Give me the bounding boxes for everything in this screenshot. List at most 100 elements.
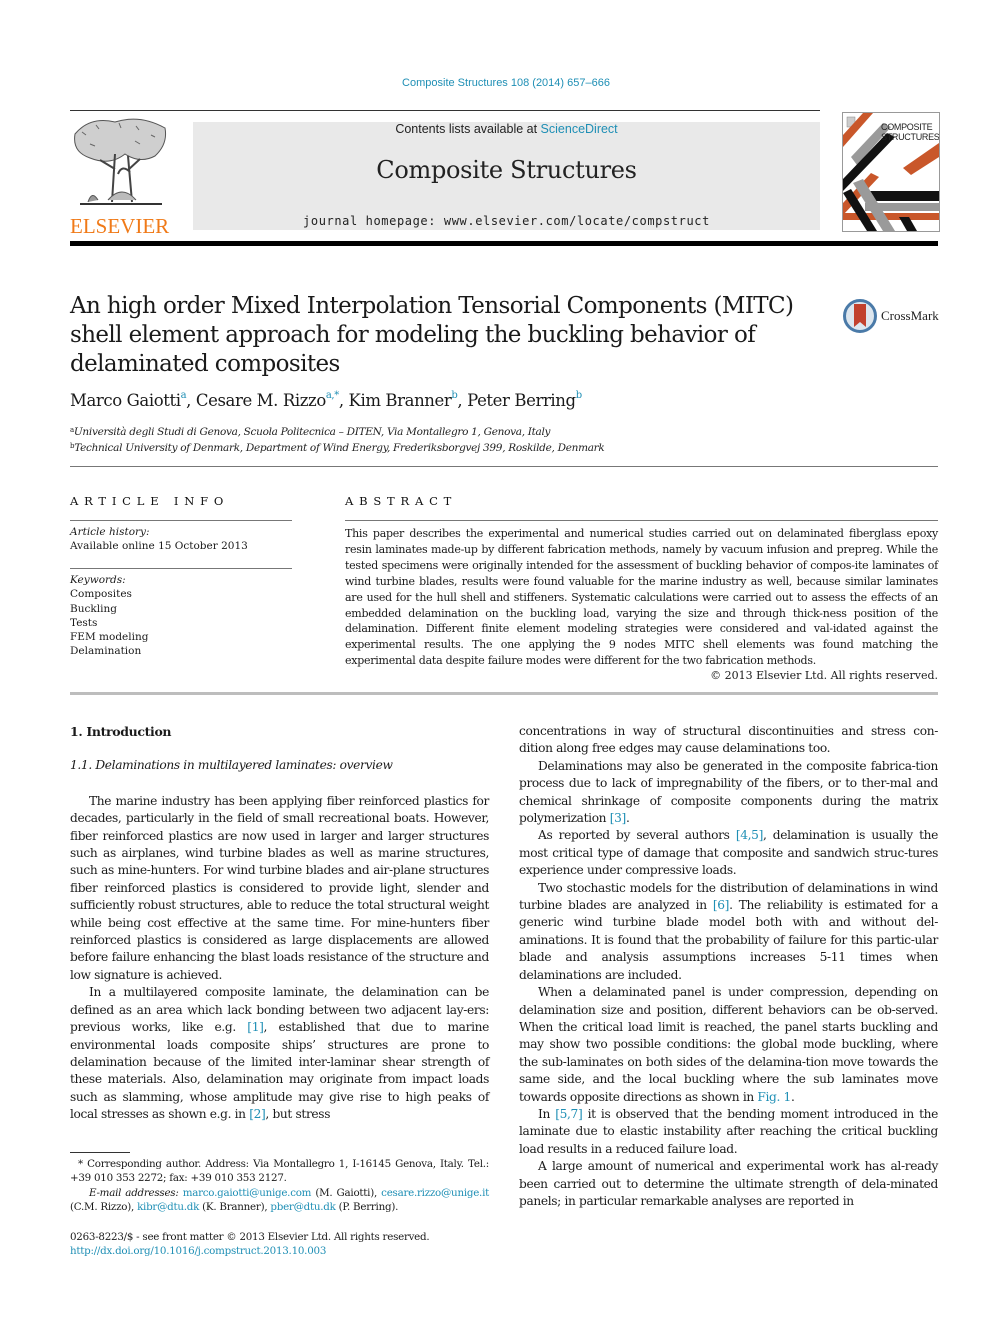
divider bbox=[70, 466, 938, 467]
crossmark-button[interactable]: CrossMark bbox=[843, 298, 943, 334]
paragraph-text: As reported by several authors bbox=[538, 828, 736, 843]
paragraph-text: A large amount of numerical and experime… bbox=[519, 1159, 938, 1208]
journal-banner: Contents lists available at ScienceDirec… bbox=[193, 122, 820, 230]
affiliation-text: Technical University of Denmark, Departm… bbox=[74, 442, 605, 454]
keyword: FEM modeling bbox=[70, 631, 149, 644]
header-rule bbox=[70, 110, 820, 111]
affiliation: aUniversità degli Studi di Genova, Scuol… bbox=[70, 423, 604, 439]
divider bbox=[70, 520, 292, 521]
right-paragraphs: concentrations in way of structural disc… bbox=[519, 723, 938, 1210]
author[interactable]: Kim Branner bbox=[349, 391, 452, 410]
abstract-copyright: © 2013 Elsevier Ltd. All rights reserved… bbox=[710, 669, 938, 682]
footnote-rule bbox=[70, 1152, 130, 1153]
email-owner: (K. Branner) bbox=[202, 1201, 265, 1214]
body-paragraph: concentrations in way of structural disc… bbox=[519, 723, 938, 758]
author[interactable]: Peter Berring bbox=[467, 391, 576, 410]
affiliation-text: Università degli Studi di Genova, Scuola… bbox=[73, 426, 551, 438]
abstract-text: This paper describes the experimental an… bbox=[345, 527, 938, 668]
homepage-link[interactable]: www.elsevier.com/locate/compstruct bbox=[444, 214, 710, 228]
paragraph-text: concentrations in way of structural disc… bbox=[519, 724, 938, 756]
body-paragraph: When a delaminated panel is under compre… bbox=[519, 984, 938, 1106]
contents-prefix: Contents lists available at bbox=[395, 122, 541, 136]
divider bbox=[70, 692, 938, 695]
divider bbox=[345, 520, 938, 521]
homepage-prefix: journal homepage: bbox=[303, 214, 444, 228]
paragraph-text: , but stress bbox=[265, 1107, 331, 1122]
article-history: Article history: Available online 15 Oct… bbox=[70, 525, 295, 554]
email-addresses: E-mail addresses: marco.gaiotti@unige.co… bbox=[70, 1186, 490, 1214]
header-thick-rule bbox=[70, 241, 938, 246]
body-paragraph: Delaminations may also be generated in t… bbox=[519, 758, 938, 828]
keyword: Buckling bbox=[70, 602, 117, 615]
keyword: Tests bbox=[70, 616, 98, 629]
keywords: Keywords: Composites Buckling Tests FEM … bbox=[70, 573, 295, 659]
email-label: E-mail addresses: bbox=[89, 1186, 179, 1199]
paragraph-text: it is observed that the bending moment i… bbox=[519, 1106, 938, 1156]
author-affil-sup[interactable]: b bbox=[451, 390, 457, 401]
author-affil-sup[interactable]: a bbox=[181, 390, 187, 401]
affiliations: aUniversità degli Studi di Genova, Scuol… bbox=[70, 423, 605, 455]
elsevier-logo: ELSEVIER bbox=[70, 114, 173, 237]
body-paragraph: The marine industry has been applying fi… bbox=[70, 793, 489, 984]
email-link[interactable]: cesare.rizzo@unige.it bbox=[381, 1187, 489, 1199]
journal-homepage: journal homepage: www.elsevier.com/locat… bbox=[193, 214, 820, 228]
citation-link[interactable]: [5,7] bbox=[555, 1107, 583, 1121]
issn-line: 0263-8223/$ - see front matter © 2013 El… bbox=[70, 1231, 430, 1243]
contents-line: Contents lists available at ScienceDirec… bbox=[193, 122, 820, 136]
paragraph-text: In bbox=[538, 1106, 556, 1121]
history-value: Available online 15 October 2013 bbox=[70, 540, 248, 553]
divider bbox=[70, 568, 292, 569]
subsection-heading: 1.1. Delaminations in multilayered lamin… bbox=[70, 758, 393, 773]
keywords-label: Keywords: bbox=[70, 574, 126, 586]
affiliation: bTechnical University of Denmark, Depart… bbox=[70, 439, 605, 455]
cover-title: COMPOSITE STRUCTURES bbox=[881, 122, 940, 142]
journal-reference-link[interactable]: Composite Structures 108 (2014) 657–666 bbox=[0, 77, 992, 89]
article-info-heading: ARTICLE INFO bbox=[70, 494, 230, 508]
paragraph-text: The marine industry has been applying fi… bbox=[70, 793, 489, 982]
body-paragraph: In [5,7] it is observed that the bending… bbox=[519, 1106, 938, 1158]
author-list: Marco Gaiottia, Cesare M. Rizzoa,*, Kim … bbox=[70, 390, 582, 410]
issn-block: 0263-8223/$ - see front matter © 2013 El… bbox=[70, 1230, 430, 1258]
history-label: Article history: bbox=[70, 526, 150, 538]
citation-link[interactable]: [6] bbox=[713, 898, 730, 912]
journal-title: Composite Structures bbox=[376, 156, 637, 184]
citation-link[interactable]: [2] bbox=[249, 1107, 266, 1121]
section-heading: 1. Introduction bbox=[70, 724, 172, 739]
sciencedirect-link[interactable]: ScienceDirect bbox=[541, 122, 618, 136]
paragraph-text: . bbox=[790, 1089, 795, 1104]
crossmark-label: CrossMark bbox=[881, 308, 939, 323]
paragraph-text: When a delaminated panel is under compre… bbox=[519, 985, 938, 1104]
cover-title-line: COMPOSITE bbox=[881, 122, 933, 132]
elsevier-tree-icon bbox=[74, 118, 166, 205]
email-owner: (C.M. Rizzo) bbox=[70, 1201, 132, 1214]
author[interactable]: Cesare M. Rizzo bbox=[196, 391, 326, 410]
email-link[interactable]: kibr@dtu.dk bbox=[137, 1201, 199, 1213]
body-paragraph: Two stochastic models for the distributi… bbox=[519, 880, 938, 984]
keyword: Composites bbox=[70, 588, 132, 601]
author-affil-sup[interactable]: a,* bbox=[326, 390, 339, 401]
citation-link[interactable]: Fig. 1 bbox=[757, 1090, 791, 1104]
abstract-heading: ABSTRACT bbox=[345, 494, 458, 508]
email-link[interactable]: pber@dtu.dk bbox=[270, 1201, 335, 1213]
paragraph-text: . bbox=[625, 811, 630, 826]
email-link[interactable]: marco.gaiotti@unige.com bbox=[183, 1187, 312, 1199]
article-title: An high order Mixed Interpolation Tensor… bbox=[70, 293, 794, 377]
crossmark-icon bbox=[843, 299, 877, 333]
footnotes: * Corresponding author. Address: Via Mon… bbox=[70, 1157, 489, 1215]
citation-link[interactable]: [1] bbox=[247, 1020, 264, 1034]
email-owner: (M. Gaiotti) bbox=[315, 1186, 374, 1199]
doi-link[interactable]: http://dx.doi.org/10.1016/j.compstruct.2… bbox=[70, 1244, 429, 1258]
paragraph-text: Delaminations may also be generated in t… bbox=[519, 758, 938, 826]
author[interactable]: Marco Gaiotti bbox=[70, 391, 181, 410]
citation-link[interactable]: [4,5] bbox=[736, 828, 764, 842]
body-paragraph: In a multilayered composite laminate, th… bbox=[70, 984, 489, 1123]
corresponding-author-note: * Corresponding author. Address: Via Mon… bbox=[70, 1158, 489, 1185]
keyword: Delamination bbox=[70, 645, 142, 658]
elsevier-wordmark: ELSEVIER bbox=[70, 214, 170, 238]
body-column-left: 1. Introduction 1.1. Delaminations in mu… bbox=[70, 723, 489, 1124]
journal-cover-thumbnail[interactable]: COMPOSITE STRUCTURES bbox=[842, 112, 940, 232]
author-affil-sup[interactable]: b bbox=[576, 390, 582, 401]
email-owner: (P. Berring) bbox=[338, 1201, 396, 1214]
citation-link[interactable]: [3] bbox=[610, 811, 627, 825]
cover-title-line: STRUCTURES bbox=[881, 132, 940, 142]
